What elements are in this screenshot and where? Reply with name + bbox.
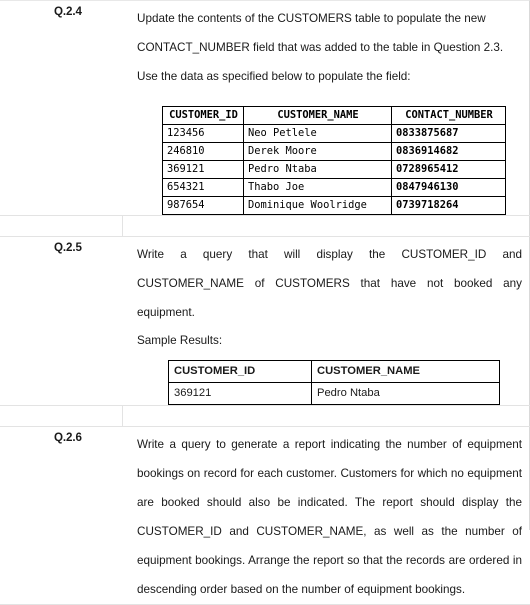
question-row-q26: Q.2.6 Write a query to generate a report… — [0, 426, 530, 605]
question-left-margin — [0, 426, 29, 605]
cell-customer-name: Pedro Ntaba — [243, 160, 392, 179]
cell-customer-id: 123456 — [162, 124, 244, 143]
sample-results-table: CUSTOMER_ID CUSTOMER_NAME 369121 Pedro N… — [168, 360, 500, 405]
question-body-q26: Write a query to generate a report indic… — [122, 427, 530, 604]
cell-customer-id: 369121 — [168, 382, 312, 405]
sample-header-customer-name: CUSTOMER_NAME — [311, 360, 500, 383]
separator-left-margin — [0, 215, 29, 237]
sample-results-header-row: CUSTOMER_ID CUSTOMER_NAME — [168, 360, 500, 383]
question-number-q26: Q.2.6 — [54, 431, 82, 444]
cell-customer-id: 369121 — [162, 160, 244, 179]
table-row: 987654 Dominique Woolridge 0739718264 — [162, 196, 506, 215]
separator-label-cell — [29, 405, 123, 427]
cell-contact-number: 0739718264 — [391, 196, 506, 215]
question-text-q25: Write a query that will display the CUST… — [137, 248, 522, 319]
question-body-cell-q26: Write a query to generate a report indic… — [122, 426, 530, 605]
cell-customer-id: 654321 — [162, 178, 244, 197]
question-left-margin — [0, 1, 29, 216]
question-number-q24: Q.2.4 — [54, 5, 82, 18]
question-left-margin — [0, 236, 29, 406]
question-number-q25: Q.2.5 — [54, 241, 82, 254]
table-row: 246810 Derek Moore 0836914682 — [162, 142, 506, 161]
question-body-cell-q25: Write a query that will display the CUST… — [122, 236, 530, 406]
table-row: 654321 Thabo Joe 0847946130 — [162, 178, 506, 197]
cell-customer-name: Dominique Woolridge — [243, 196, 392, 215]
section-separator-row — [0, 405, 530, 427]
table-row: 369121 Pedro Ntaba 0728965412 — [162, 160, 506, 179]
question-row-q24: Q.2.4 Update the contents of the CUSTOME… — [0, 1, 530, 216]
sample-header-customer-id: CUSTOMER_ID — [168, 360, 312, 383]
cell-contact-number: 0836914682 — [391, 142, 506, 161]
cell-customer-name: Neo Petlele — [243, 124, 392, 143]
question-text-q26: Write a query to generate a report indic… — [137, 438, 522, 596]
section-separator-row — [0, 215, 530, 237]
separator-body-cell — [122, 405, 530, 427]
cell-customer-name: Derek Moore — [243, 142, 392, 161]
question-label-cell-q25: Q.2.5 — [29, 236, 122, 406]
separator-left-margin — [0, 405, 29, 427]
separator-label-cell — [29, 215, 123, 237]
table-row: 123456 Neo Petlele 0833875687 — [162, 124, 506, 143]
cell-contact-number: 0728965412 — [391, 160, 506, 179]
document-page: Q.2.4 Update the contents of the CUSTOME… — [0, 0, 530, 605]
question-table: Q.2.4 Update the contents of the CUSTOME… — [0, 1, 530, 605]
cell-customer-id: 246810 — [162, 142, 244, 161]
question-label-cell-q26: Q.2.6 — [29, 426, 122, 605]
customers-table: CUSTOMER_ID CUSTOMER_NAME CONTACT_NUMBER… — [162, 106, 506, 215]
question-label-cell-q24: Q.2.4 — [29, 1, 122, 216]
question-text-q24: Update the contents of the CUSTOMERS tab… — [137, 12, 504, 83]
cell-customer-name: Thabo Joe — [243, 178, 392, 197]
customers-table-header-row: CUSTOMER_ID CUSTOMER_NAME CONTACT_NUMBER — [162, 106, 506, 125]
question-body-q24: Update the contents of the CUSTOMERS tab… — [122, 1, 530, 215]
cell-customer-id: 987654 — [162, 196, 244, 215]
customers-header-contact-number: CONTACT_NUMBER — [391, 106, 506, 125]
question-row-q25: Q.2.5 Write a query that will display th… — [0, 236, 530, 406]
sample-results-label: Sample Results: — [137, 334, 223, 347]
customers-table-wrapper: CUSTOMER_ID CUSTOMER_NAME CONTACT_NUMBER… — [137, 91, 522, 215]
customers-header-customer-id: CUSTOMER_ID — [162, 106, 244, 125]
cell-contact-number: 0833875687 — [391, 124, 506, 143]
table-row: 369121 Pedro Ntaba — [168, 382, 500, 405]
question-body-cell-q24: Update the contents of the CUSTOMERS tab… — [122, 1, 530, 216]
cell-contact-number: 0847946130 — [391, 178, 506, 197]
question-body-q25: Write a query that will display the CUST… — [122, 237, 530, 405]
separator-body-cell — [122, 215, 530, 237]
customers-header-customer-name: CUSTOMER_NAME — [243, 106, 392, 125]
sample-results-table-wrapper: CUSTOMER_ID CUSTOMER_NAME 369121 Pedro N… — [137, 351, 522, 405]
cell-customer-name: Pedro Ntaba — [311, 382, 500, 405]
